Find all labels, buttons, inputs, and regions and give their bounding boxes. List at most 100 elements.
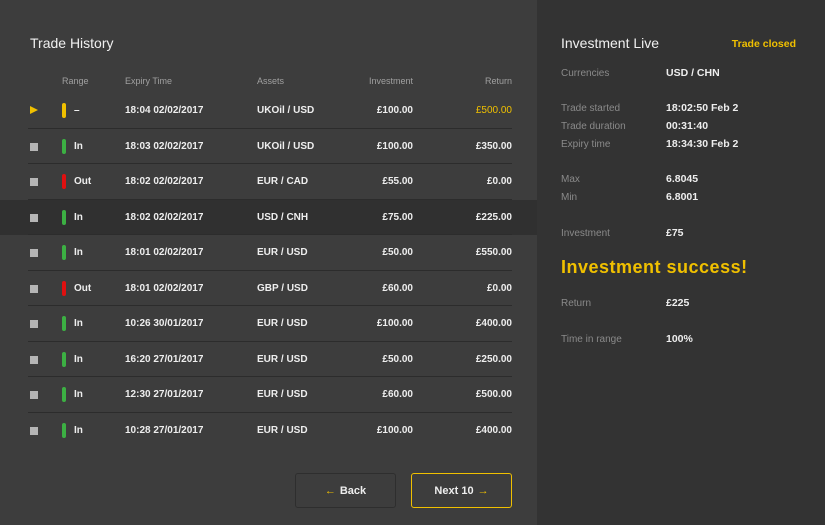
table-row[interactable]: In 12:30 27/01/2017 EUR / USD £60.00 £50… <box>0 377 537 413</box>
row-checkbox[interactable] <box>30 320 38 328</box>
return: £350.00 <box>475 140 512 152</box>
field-label: Time in range <box>561 334 622 345</box>
range-indicator <box>62 209 66 225</box>
col-expiry: Expiry Time <box>125 76 173 86</box>
expiry-time: 18:03 02/02/2017 <box>125 140 204 152</box>
expiry-time: 18:02 02/02/2017 <box>125 211 204 223</box>
field-label: Expiry time <box>561 139 611 150</box>
trade-history-title: Trade History <box>30 35 114 51</box>
range-status: In <box>74 318 83 329</box>
investment-live-panel: Investment Live Trade closed Investment … <box>537 0 825 525</box>
expiry-time: 16:20 27/01/2017 <box>125 353 204 365</box>
row-checkbox[interactable] <box>30 213 38 222</box>
range-status: In <box>74 140 83 152</box>
back-button[interactable]: ← Back <box>295 473 396 508</box>
field-label: Trade started <box>561 103 621 114</box>
table-row[interactable]: In 18:03 02/02/2017 UKOil / USD £100.00 … <box>0 129 537 164</box>
expiry-time: 10:26 30/01/2017 <box>125 318 204 329</box>
range-indicator <box>62 103 66 118</box>
row-checkbox[interactable] <box>30 355 38 364</box>
asset: UKOil / USD <box>257 105 315 116</box>
investment: £100.00 <box>376 105 413 116</box>
col-investment: Investment <box>368 76 413 86</box>
asset: EUR / USD <box>257 353 308 365</box>
table-row[interactable]: Out 18:01 02/02/2017 GBP / USD £60.00 £0… <box>0 271 537 306</box>
trade-history-panel: Trade History Range Expiry Time Assets I… <box>0 0 537 525</box>
table-row[interactable]: In 18:02 02/02/2017 USD / CNH £75.00 £22… <box>0 199 537 235</box>
investment: £75.00 <box>382 211 413 223</box>
success-message: Investment success! <box>561 257 748 277</box>
asset: GBP / USD <box>257 282 308 294</box>
table-row[interactable]: – 18:04 02/02/2017 UKOil / USD £100.00 £… <box>0 93 537 129</box>
return: £250.00 <box>475 353 512 365</box>
table-row[interactable]: In 10:28 27/01/2017 EUR / USD £100.00 £4… <box>0 413 537 449</box>
field-value: £225 <box>666 297 690 309</box>
next-label: Next 10 <box>434 484 474 497</box>
range-status: In <box>74 389 83 400</box>
asset: USD / CNH <box>257 211 309 223</box>
range-status: In <box>74 247 83 258</box>
expiry-time: 18:04 02/02/2017 <box>125 105 204 116</box>
range-status: Out <box>74 176 92 187</box>
investment: £55.00 <box>382 176 413 187</box>
range-status: In <box>74 211 83 223</box>
field-value: 100% <box>666 333 693 345</box>
expiry-time: 18:01 02/02/2017 <box>125 247 204 258</box>
table-row[interactable]: In 16:20 27/01/2017 EUR / USD £50.00 £25… <box>0 342 537 377</box>
return: £225.00 <box>475 211 512 223</box>
back-label: Back <box>339 484 367 497</box>
range-indicator <box>62 138 66 154</box>
field-value: 6.8045 <box>666 173 699 185</box>
row-checkbox[interactable] <box>30 391 38 399</box>
asset: EUR / USD <box>257 247 308 258</box>
expiry-time: 12:30 27/01/2017 <box>125 389 204 400</box>
return: £0.00 <box>486 282 512 294</box>
investment: £60.00 <box>382 282 413 294</box>
investment: £100.00 <box>376 140 413 152</box>
field-label: Return <box>561 298 592 309</box>
investment: £100.00 <box>376 318 413 329</box>
range-status: – <box>74 105 80 116</box>
field-label: Max <box>561 174 580 185</box>
row-checkbox[interactable] <box>30 284 38 293</box>
return: £550.00 <box>475 247 512 258</box>
range-indicator <box>62 174 66 189</box>
row-checkbox[interactable] <box>30 249 38 257</box>
investment: £50.00 <box>382 353 413 365</box>
asset: EUR / USD <box>257 424 308 436</box>
asset: UKOil / USD <box>257 140 315 152</box>
asset: EUR / USD <box>257 389 308 400</box>
investment: £50.00 <box>382 247 413 258</box>
range-status: In <box>74 424 83 436</box>
expiry-time: 10:28 27/01/2017 <box>125 424 204 436</box>
return: £400.00 <box>475 424 512 436</box>
row-checkbox[interactable] <box>30 178 38 186</box>
arrow-right-icon: → <box>477 484 489 497</box>
col-assets: Assets <box>257 76 285 86</box>
range-indicator <box>62 422 66 438</box>
trade-status: Trade closed <box>731 38 796 50</box>
field-label: Currencies <box>561 68 610 79</box>
col-return: Return <box>484 76 512 86</box>
row-checkbox[interactable] <box>30 142 38 151</box>
range-indicator <box>62 280 66 296</box>
field-label: Investment <box>561 228 610 239</box>
table-row[interactable]: In 10:26 30/01/2017 EUR / USD £100.00 £4… <box>0 306 537 342</box>
range-status: In <box>74 353 83 365</box>
range-indicator <box>62 387 66 402</box>
field-value: 18:02:50 Feb 2 <box>666 102 739 114</box>
investment: £100.00 <box>376 424 413 436</box>
table-row[interactable]: Out 18:02 02/02/2017 EUR / CAD £55.00 £0… <box>0 164 537 200</box>
play-icon[interactable] <box>30 106 38 114</box>
field-label: Min <box>561 192 578 203</box>
field-value: £75 <box>666 227 684 239</box>
table-row[interactable]: In 18:01 02/02/2017 EUR / USD £50.00 £55… <box>0 235 537 271</box>
row-checkbox[interactable] <box>30 426 38 435</box>
arrow-left-icon: ← <box>324 484 336 497</box>
expiry-time: 18:01 02/02/2017 <box>125 282 204 294</box>
next-10-button[interactable]: Next 10 → <box>411 473 512 508</box>
range-indicator <box>62 351 66 367</box>
asset: EUR / CAD <box>257 176 309 187</box>
return: £500.00 <box>475 389 512 400</box>
return: £500.00 <box>475 105 512 116</box>
